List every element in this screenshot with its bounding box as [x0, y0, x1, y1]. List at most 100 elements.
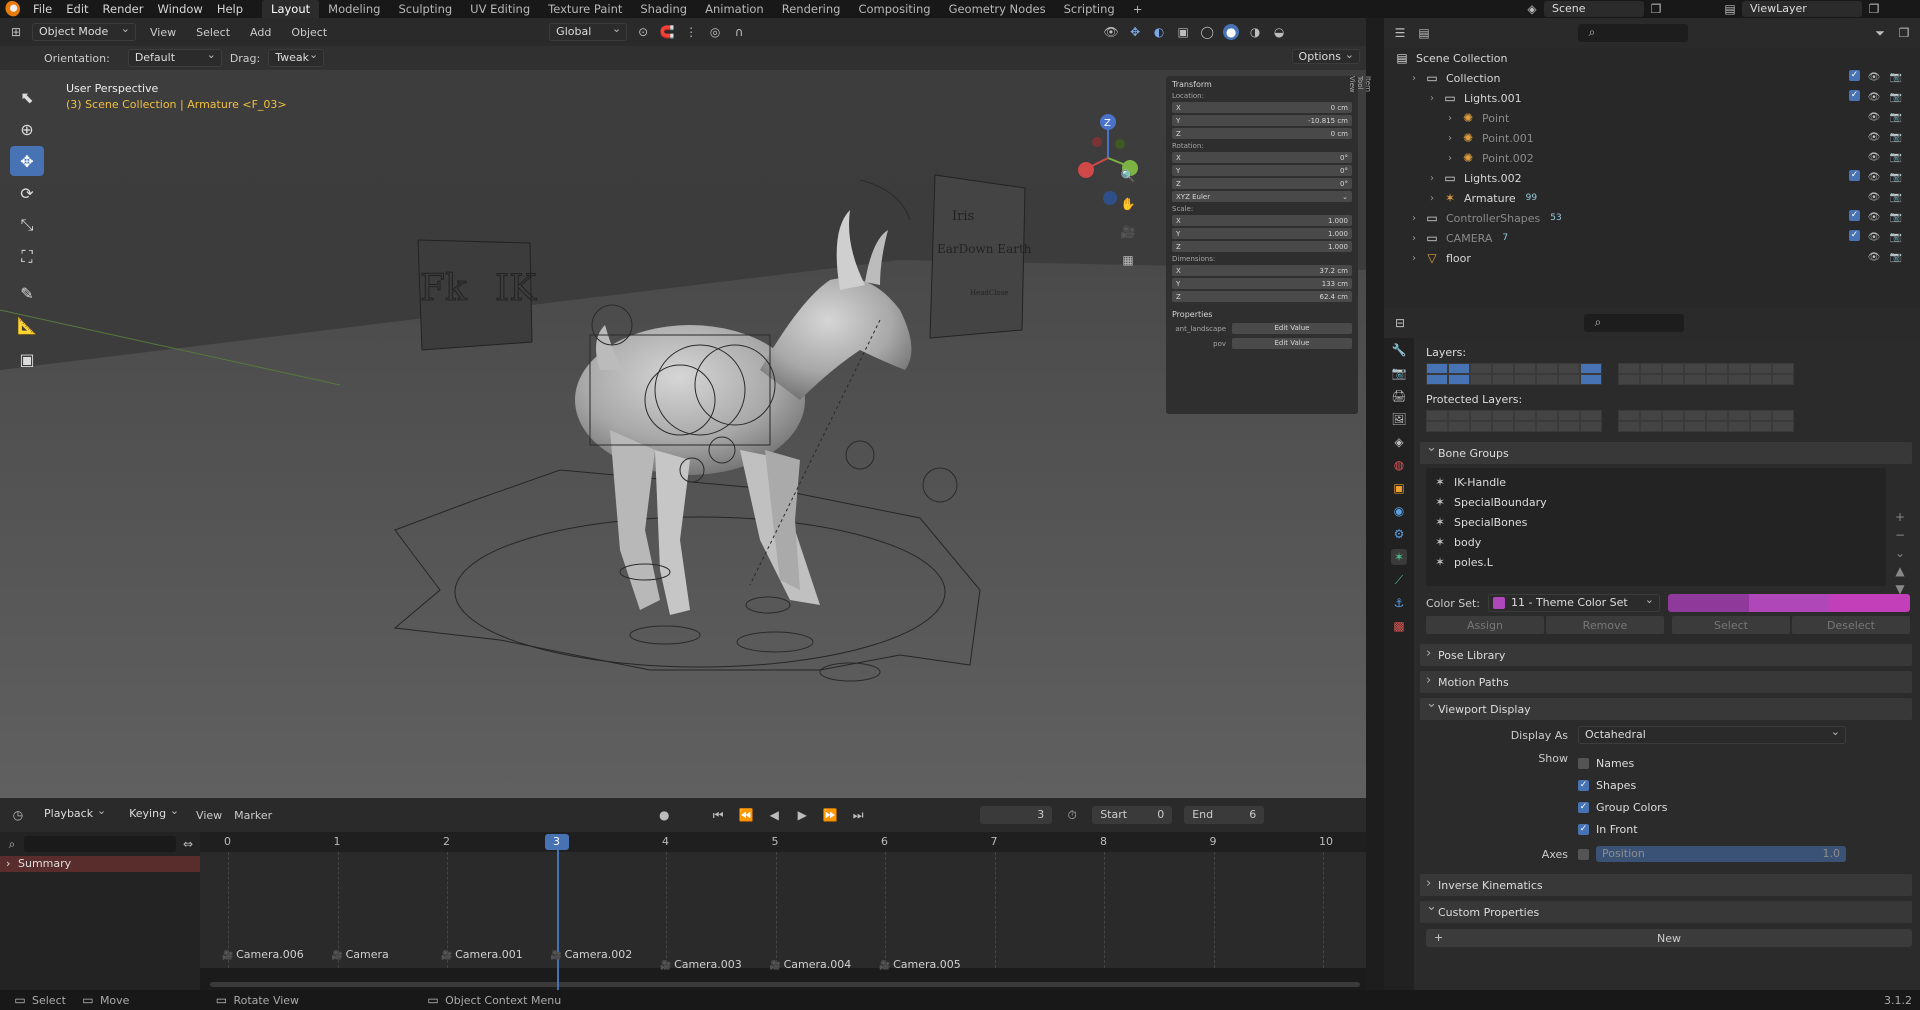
layer-cell[interactable]: [1618, 374, 1640, 385]
scale-tool-icon[interactable]: ⤡: [10, 210, 44, 240]
pivot-icon[interactable]: ⊙: [635, 24, 651, 40]
camera-marker[interactable]: 🎥 Camera.001: [441, 948, 523, 961]
timeline-menu-playback[interactable]: Playback: [38, 803, 111, 824]
render-camera-icon[interactable]: 📷: [1888, 150, 1904, 166]
outliner-row[interactable]: › ✺ Point.001 👁 📷: [1384, 128, 1920, 148]
exclude-checkbox[interactable]: ✓: [1849, 90, 1860, 101]
select-button[interactable]: Select: [1672, 616, 1790, 634]
end-frame-field[interactable]: End 6: [1184, 806, 1265, 824]
layer-cell[interactable]: [1728, 410, 1750, 421]
scale-x-field[interactable]: X 1.000: [1172, 215, 1352, 226]
layer-cell[interactable]: [1514, 374, 1536, 385]
layer-cell[interactable]: [1492, 421, 1514, 432]
layer-cell[interactable]: [1558, 363, 1580, 374]
inverse-kinematics-panel-header[interactable]: Inverse Kinematics: [1420, 874, 1912, 896]
viewport-menu-select[interactable]: Select: [190, 26, 236, 39]
render-camera-icon[interactable]: 📷: [1888, 190, 1904, 206]
timeline-frame-area[interactable]: 0123456789103🎥 Camera.006🎥 Camera🎥 Camer…: [200, 832, 1366, 990]
bone-group-item[interactable]: ✶ body: [1432, 532, 1880, 552]
layer-cell[interactable]: [1772, 363, 1794, 374]
eye-icon[interactable]: 👁: [1866, 70, 1882, 86]
layer-cell[interactable]: [1448, 374, 1470, 385]
viewport-menu-object[interactable]: Object: [285, 26, 333, 39]
outliner-row[interactable]: › ▽ floor 👁 📷: [1384, 248, 1920, 268]
layer-cell[interactable]: [1426, 363, 1448, 374]
layer-cell[interactable]: [1580, 374, 1602, 385]
layer-cell[interactable]: [1448, 363, 1470, 374]
eye-icon[interactable]: 👁: [1866, 250, 1882, 266]
ortho-grid-icon[interactable]: ▦: [1120, 252, 1136, 268]
jump-end-icon[interactable]: ⏭: [850, 807, 866, 823]
bone-tab-icon[interactable]: ⟋: [1391, 572, 1407, 588]
expand-arrow-icon[interactable]: ›: [1430, 173, 1442, 184]
outliner-row[interactable]: › ▭ CAMERA 7 ✓ 👁 📷: [1384, 228, 1920, 248]
measure-tool-icon[interactable]: 📐: [10, 310, 44, 340]
show-option-checkbox[interactable]: ✓: [1578, 779, 1589, 791]
menu-window[interactable]: Window: [150, 0, 209, 18]
display-as-select[interactable]: Octahedral: [1578, 724, 1846, 744]
expand-arrow-icon[interactable]: ›: [1448, 133, 1460, 144]
layer-cell[interactable]: [1684, 410, 1706, 421]
editor-type-icon[interactable]: ⊞: [8, 24, 24, 40]
render-tab-icon[interactable]: 📷: [1391, 365, 1407, 381]
menu-render[interactable]: Render: [96, 0, 151, 18]
layer-cell[interactable]: [1492, 410, 1514, 421]
properties-editor-icon[interactable]: ⊟: [1392, 315, 1408, 331]
new-scene-icon[interactable]: ❐: [1648, 1, 1664, 17]
outliner-row[interactable]: › ▭ Collection ✓ 👁 📷: [1384, 68, 1920, 88]
layer-cell[interactable]: [1580, 410, 1602, 421]
timeline-search[interactable]: ⌕ ⇔: [0, 832, 200, 856]
shading-solid-icon[interactable]: ●: [1223, 24, 1240, 40]
render-camera-icon[interactable]: 📷: [1888, 230, 1904, 246]
scale-y-field[interactable]: Y 1.000: [1172, 228, 1352, 239]
shading-wireframe-icon[interactable]: ◯: [1199, 24, 1215, 40]
layer-cell[interactable]: [1514, 421, 1536, 432]
tab-uv-editing[interactable]: UV Editing: [461, 0, 539, 18]
layer-cell[interactable]: [1492, 374, 1514, 385]
show-option-row[interactable]: Names: [1578, 752, 1667, 774]
bone-groups-list[interactable]: ✶ IK-Handle ✶ SpecialBoundary ✶ SpecialBones ✶…: [1426, 468, 1886, 586]
tab-geometry-nodes[interactable]: Geometry Nodes: [940, 0, 1055, 18]
output-tab-icon[interactable]: 🖨: [1391, 388, 1407, 404]
show-option-row[interactable]: ✓ Group Colors: [1578, 796, 1667, 818]
viewport-menu-view[interactable]: View: [144, 26, 182, 39]
viewport-menu-add[interactable]: Add: [244, 26, 277, 39]
timeline-search-input[interactable]: [24, 836, 176, 852]
physics-tab-icon[interactable]: ◉: [1391, 503, 1407, 519]
timeline-editor-icon[interactable]: ◷: [10, 807, 26, 823]
render-camera-icon[interactable]: 📷: [1888, 210, 1904, 226]
falloff-icon[interactable]: ∩: [731, 24, 747, 40]
layer-cell[interactable]: [1706, 421, 1728, 432]
timeline-scrollbar[interactable]: [210, 982, 1360, 987]
layer-cell[interactable]: [1536, 421, 1558, 432]
tab-view[interactable]: View: [1348, 76, 1356, 102]
layer-cell[interactable]: [1470, 421, 1492, 432]
exclude-checkbox[interactable]: ✓: [1849, 170, 1860, 181]
view-layer-tab-icon[interactable]: 🖼: [1391, 411, 1407, 427]
timeline-menu-view[interactable]: View: [196, 809, 222, 822]
move-up-icon[interactable]: ▲: [1890, 562, 1910, 580]
layer-cell[interactable]: [1728, 421, 1750, 432]
expand-arrow-icon[interactable]: ›: [1430, 193, 1442, 204]
layer-cell[interactable]: [1470, 374, 1492, 385]
snap-target-icon[interactable]: ⋮: [683, 24, 699, 40]
layer-cell[interactable]: [1750, 421, 1772, 432]
expand-arrow-icon[interactable]: ›: [1448, 113, 1460, 124]
shading-material-icon[interactable]: ◑: [1247, 24, 1263, 40]
pose-library-panel-header[interactable]: Pose Library: [1420, 644, 1912, 666]
deselect-button[interactable]: Deselect: [1792, 616, 1910, 634]
tab-tool[interactable]: Tool: [1356, 76, 1364, 92]
filter-icon[interactable]: ⏷: [1872, 25, 1888, 41]
layer-cell[interactable]: [1536, 374, 1558, 385]
summary-channel[interactable]: › Summary: [0, 856, 200, 872]
tab-shading[interactable]: Shading: [631, 0, 696, 18]
bone-groups-panel-header[interactable]: Bone Groups: [1420, 440, 1912, 464]
menu-file[interactable]: File: [26, 0, 59, 18]
options-button[interactable]: Options: [1291, 49, 1360, 65]
color-swatch-normal[interactable]: [1668, 594, 1749, 612]
layer-cell[interactable]: [1640, 363, 1662, 374]
rotation-z-field[interactable]: Z 0°: [1172, 178, 1352, 189]
show-option-row[interactable]: ✓ In Front: [1578, 818, 1667, 840]
armature-data-tab-icon[interactable]: ✶: [1391, 549, 1407, 565]
xray-icon[interactable]: ▣: [1175, 24, 1191, 40]
